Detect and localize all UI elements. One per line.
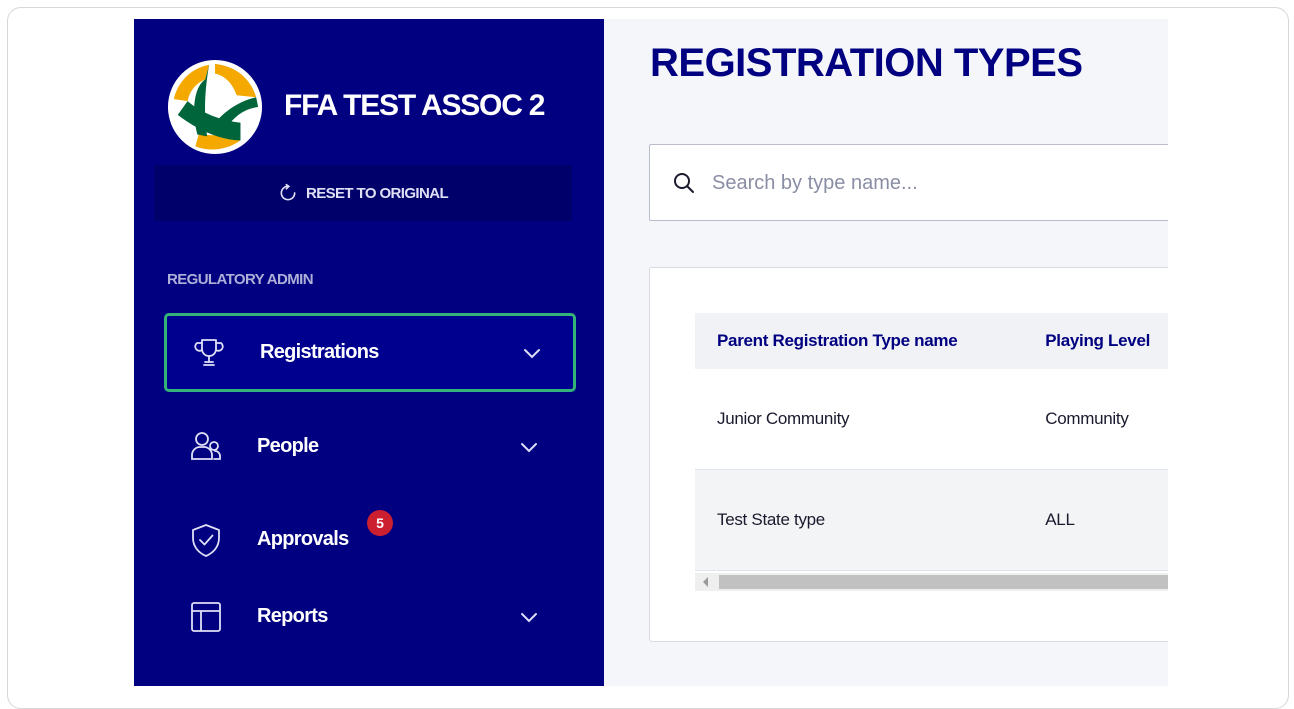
sidebar-item-registrations[interactable]: Registrations: [164, 313, 576, 392]
column-header-parent-type[interactable]: Parent Registration Type name: [695, 313, 1024, 369]
shield-check-icon: [192, 523, 220, 557]
page-title: REGISTRATION TYPES: [650, 41, 1083, 85]
scroll-left-arrow-icon[interactable]: [703, 577, 708, 587]
column-header-playing-level[interactable]: Playing Level: [1023, 313, 1168, 369]
sidebar-item-approvals[interactable]: Approvals: [164, 502, 572, 577]
horizontal-scrollbar[interactable]: [695, 573, 1168, 591]
registration-types-card: Parent Registration Type name Playing Le…: [649, 267, 1168, 642]
search-input[interactable]: [710, 165, 1154, 201]
chevron-down-icon: [521, 612, 537, 622]
sidebar-item-label: Approvals: [257, 528, 349, 550]
search-box: ×: [649, 144, 1168, 221]
search-icon: [674, 173, 694, 193]
sidebar-item-reports[interactable]: Reports: [164, 579, 572, 654]
chevron-down-icon: [524, 348, 540, 358]
app: FFA TEST ASSOC 2 RESET TO ORIGINAL REGUL…: [134, 19, 1168, 686]
cell-parent-type: Test State type: [695, 469, 1024, 571]
registration-types-table: Parent Registration Type name Playing Le…: [695, 313, 1168, 571]
cell-parent-type: Junior Community: [695, 369, 1024, 470]
cell-playing-level: Community: [1023, 369, 1168, 470]
org-name: FFA TEST ASSOC 2: [284, 89, 545, 122]
main-content: REGISTRATION TYPES × Parent Registration…: [604, 19, 1168, 686]
reset-to-original-button[interactable]: RESET TO ORIGINAL: [154, 165, 572, 221]
trophy-icon: [194, 338, 224, 366]
sidebar: FFA TEST ASSOC 2 RESET TO ORIGINAL REGUL…: [134, 19, 604, 686]
ffa-logo: [167, 59, 263, 155]
table-header-row: Parent Registration Type name Playing Le…: [695, 313, 1168, 369]
refresh-icon: [280, 183, 296, 201]
sidebar-item-people[interactable]: People: [164, 409, 572, 484]
scrollbar-thumb[interactable]: [719, 575, 1168, 589]
chevron-down-icon: [521, 442, 537, 452]
reset-label: RESET TO ORIGINAL: [305, 184, 449, 202]
people-icon: [191, 431, 221, 460]
table-row[interactable]: Junior Community Community: [695, 369, 1168, 470]
approvals-count-badge: 5: [367, 510, 393, 536]
sidebar-item-label: Registrations: [260, 341, 379, 363]
table-row[interactable]: Test State type ALL: [695, 469, 1168, 571]
cell-playing-level: ALL: [1023, 469, 1168, 571]
sidebar-item-label: Reports: [257, 605, 328, 627]
section-title: REGULATORY ADMIN: [167, 271, 314, 288]
layout-icon: [191, 601, 221, 632]
sidebar-item-label: People: [257, 435, 319, 457]
